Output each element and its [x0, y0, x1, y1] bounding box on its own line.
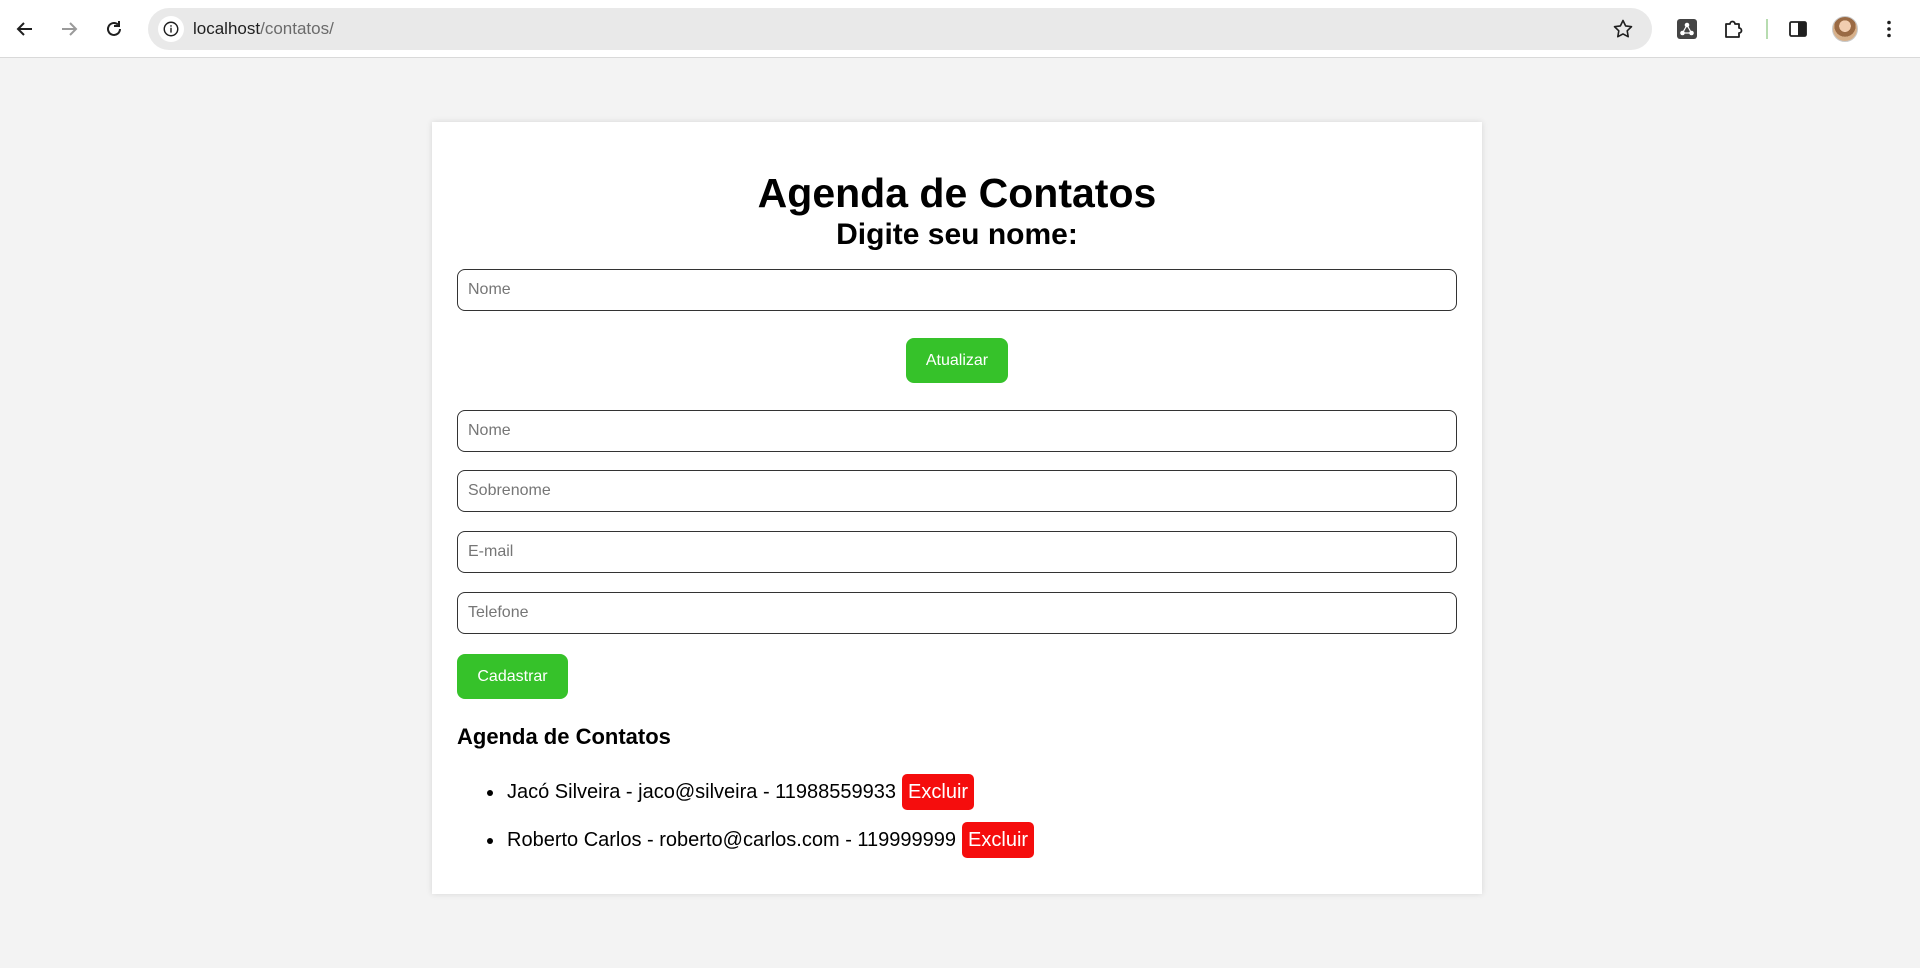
- forward-button[interactable]: [51, 11, 87, 47]
- name-input[interactable]: [457, 410, 1457, 452]
- puzzle-icon: [1725, 20, 1743, 38]
- url-path: /contatos/: [260, 19, 334, 38]
- list-item: Roberto Carlos - roberto@carlos.com - 11…: [486, 816, 1035, 864]
- surname-input[interactable]: [457, 470, 1457, 512]
- update-name-input[interactable]: [457, 269, 1457, 311]
- side-panel-icon: [1789, 21, 1807, 37]
- update-button[interactable]: Atualizar: [906, 338, 1008, 383]
- back-button[interactable]: [7, 11, 43, 47]
- contact-text: Roberto Carlos - roberto@carlos.com - 11…: [507, 828, 957, 851]
- arrow-left-icon: [16, 22, 32, 36]
- profile-avatar[interactable]: [1832, 16, 1858, 42]
- kebab-menu-icon: [1887, 20, 1891, 38]
- page-subtitle: Digite seu nome:: [836, 218, 1078, 251]
- address-bar[interactable]: localhost/contatos/: [148, 8, 1652, 50]
- register-button[interactable]: Cadastrar: [457, 654, 568, 699]
- menu-button[interactable]: [1876, 16, 1902, 42]
- page-title: Agenda de Contatos: [757, 170, 1157, 216]
- contacts-heading: Agenda de Contatos: [457, 724, 671, 749]
- bookmark-star-icon[interactable]: [1612, 18, 1634, 40]
- info-icon: [163, 21, 179, 37]
- toolbar-divider: [1766, 19, 1768, 39]
- email-input[interactable]: [457, 531, 1457, 573]
- delete-button[interactable]: Excluir: [962, 822, 1035, 858]
- extension-icon[interactable]: [1674, 16, 1700, 42]
- url-text: localhost/contatos/: [193, 19, 334, 39]
- arrow-right-icon: [62, 22, 78, 36]
- reload-icon: [107, 21, 121, 36]
- contacts-card: Agenda de Contatos Digite seu nome: Atua…: [432, 122, 1482, 894]
- browser-toolbar: localhost/contatos/: [0, 0, 1920, 58]
- reload-button[interactable]: [96, 11, 132, 47]
- extensions-button[interactable]: [1720, 16, 1746, 42]
- side-panel-button[interactable]: [1785, 16, 1811, 42]
- contact-text: Jacó Silveira - jaco@silveira - 11988559…: [507, 780, 897, 803]
- contacts-list: Jacó Silveira - jaco@silveira - 11988559…: [486, 768, 1035, 864]
- list-item: Jacó Silveira - jaco@silveira - 11988559…: [486, 768, 1034, 816]
- url-host: localhost: [193, 19, 261, 38]
- phone-input[interactable]: [457, 592, 1457, 634]
- share-nodes-icon: [1677, 19, 1697, 39]
- delete-button[interactable]: Excluir: [902, 774, 975, 810]
- site-info-button[interactable]: [158, 16, 184, 42]
